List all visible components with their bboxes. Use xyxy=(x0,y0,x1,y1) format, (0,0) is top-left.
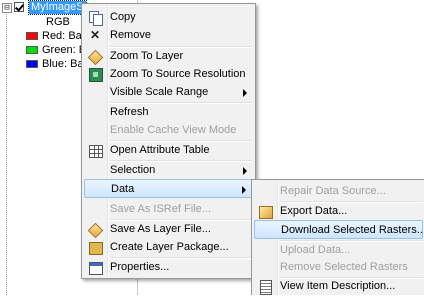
layer-file-icon xyxy=(87,222,104,239)
menu-item-label: Repair Data Source... xyxy=(280,185,386,197)
red-swatch xyxy=(26,32,38,40)
menu-item-label: Zoom To Source Resolution xyxy=(110,68,246,80)
layer-visibility-checkbox[interactable] xyxy=(14,2,24,12)
menu-item-zoom-to-source-resolution[interactable]: Zoom To Source Resolution xyxy=(84,65,253,84)
band-row-red: Red: Ba xyxy=(26,30,82,42)
menu-item-data[interactable]: Data xyxy=(84,179,253,198)
export-icon xyxy=(257,204,273,219)
menu-item-label: Remove xyxy=(110,29,151,41)
submenu-item-remove-selected-rasters: Remove Selected Rasters xyxy=(254,258,423,277)
menu-item-label: Refresh xyxy=(110,106,149,118)
menu-item-label: Copy xyxy=(110,11,136,23)
menu-item-label: Enable Cache View Mode xyxy=(110,124,237,136)
blue-swatch xyxy=(26,60,38,68)
menu-item-refresh[interactable]: Refresh xyxy=(84,103,253,122)
menu-item-visible-scale-range[interactable]: Visible Scale Range xyxy=(84,83,253,102)
tree-connector-line xyxy=(6,11,7,295)
band-value: Ba xyxy=(68,30,82,42)
menu-item-label: Create Layer Package... xyxy=(110,241,229,253)
band-label: Green: xyxy=(42,44,76,56)
menu-item-label: Download Selected Rasters... xyxy=(281,224,424,236)
menu-item-label: Save As Layer File... xyxy=(110,223,211,235)
close-icon: ✕ xyxy=(89,28,101,42)
menu-item-label: Remove Selected Rasters xyxy=(280,261,408,273)
menu-item-properties[interactable]: Properties... xyxy=(84,258,253,277)
menu-item-label: Open Attribute Table xyxy=(110,144,210,156)
menu-item-label: Properties... xyxy=(110,261,170,273)
green-swatch xyxy=(26,46,38,54)
layer-name-selected[interactable]: MyImageServer xyxy=(28,0,87,15)
menu-item-selection[interactable]: Selection xyxy=(84,161,253,180)
properties-icon xyxy=(87,260,103,275)
data-submenu: Repair Data Source... Export Data... Dow… xyxy=(251,179,424,295)
table-icon xyxy=(87,143,103,158)
menu-item-label: Selection xyxy=(110,164,156,176)
band-label: Blue: xyxy=(42,58,68,70)
menu-item-copy[interactable]: Copy xyxy=(84,8,253,27)
submenu-item-repair-data-source: Repair Data Source... xyxy=(254,182,423,201)
submenu-item-download-selected-rasters[interactable]: Download Selected Rasters... xyxy=(254,220,424,239)
zoom-layer-icon xyxy=(87,49,104,66)
copy-icon xyxy=(87,10,103,26)
collapse-toggle-icon[interactable]: ⊟ xyxy=(2,3,12,13)
submenu-item-export-data[interactable]: Export Data... xyxy=(254,202,423,221)
submenu-item-view-item-description[interactable]: View Item Description... xyxy=(254,277,423,296)
source-resolution-icon xyxy=(87,67,103,82)
menu-item-save-as-isref-file: Save As ISRef File... xyxy=(84,200,253,219)
rgb-label: RGB xyxy=(46,16,70,28)
submenu-arrow-icon xyxy=(242,186,246,194)
menu-item-label: Export Data... xyxy=(280,205,348,217)
submenu-arrow-icon xyxy=(243,167,247,175)
menu-item-open-attribute-table[interactable]: Open Attribute Table xyxy=(84,141,253,160)
package-icon xyxy=(87,240,103,255)
menu-item-label: Visible Scale Range xyxy=(110,86,209,98)
band-row-blue: Blue: Ba xyxy=(26,58,84,70)
document-icon xyxy=(257,279,273,295)
menu-item-enable-cache-view-mode: Enable Cache View Mode xyxy=(84,121,253,140)
menu-item-label: Data xyxy=(111,183,135,195)
menu-item-save-as-layer-file[interactable]: Save As Layer File... xyxy=(84,220,253,239)
layer-context-menu: Copy ✕ Remove Zoom To Layer Zoom To Sour… xyxy=(81,3,256,279)
menu-item-remove[interactable]: ✕ Remove xyxy=(84,26,253,45)
submenu-arrow-icon xyxy=(243,89,247,97)
menu-item-label: Save As ISRef File... xyxy=(110,203,211,215)
menu-item-zoom-to-layer[interactable]: Zoom To Layer xyxy=(84,47,253,66)
menu-item-label: View Item Description... xyxy=(280,280,396,292)
menu-item-label: Zoom To Layer xyxy=(110,50,184,62)
menu-item-create-layer-package[interactable]: Create Layer Package... xyxy=(84,238,253,257)
band-label: Red: xyxy=(42,30,66,42)
